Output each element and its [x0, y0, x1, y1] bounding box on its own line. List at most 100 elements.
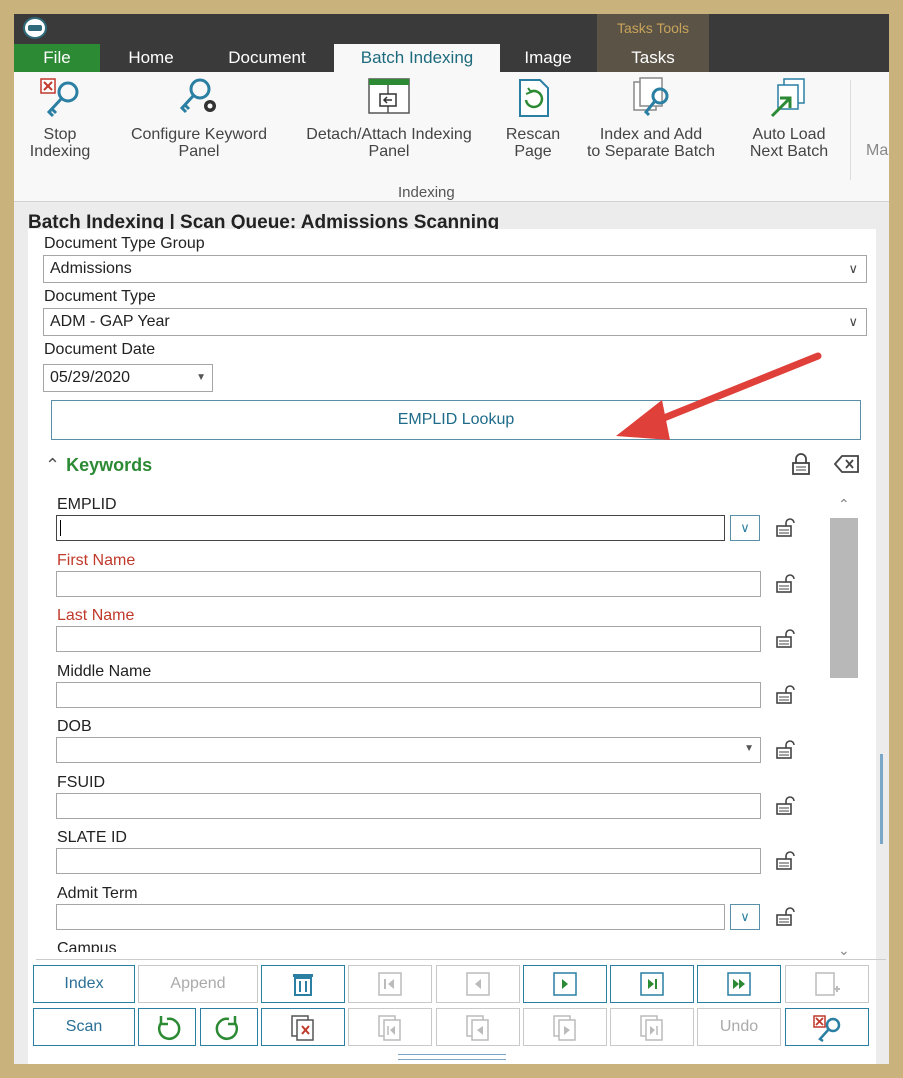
unlock-icon[interactable] [775, 796, 797, 816]
doc-type-select[interactable]: ADM - GAP Year ∨ [43, 308, 867, 336]
app-logo-icon [23, 17, 47, 39]
next-document-button[interactable] [697, 965, 781, 1003]
resize-grip[interactable] [398, 1054, 506, 1060]
stop-indexing-button[interactable]: Stop Indexing [20, 76, 100, 160]
ribbon-separator [850, 80, 851, 180]
doc-type-group-select[interactable]: Admissions ∨ [43, 255, 867, 283]
previous-document-button[interactable] [436, 1008, 520, 1046]
keywords-title: Keywords [66, 455, 153, 475]
title-bar [14, 14, 889, 44]
next-document-icon [553, 1015, 576, 1041]
keyword-label-emplid: EMPLID [57, 496, 117, 513]
unlock-icon[interactable] [775, 851, 797, 871]
append-button[interactable]: Append [138, 965, 258, 1003]
first-document-icon [378, 1015, 401, 1041]
rotate-left-icon [157, 1016, 181, 1040]
scan-button[interactable]: Scan [33, 1008, 135, 1046]
doc-date-label: Document Date [44, 341, 156, 358]
trash-icon [293, 974, 313, 996]
unlock-icon[interactable] [775, 740, 797, 760]
tasks-tools-label: Tasks Tools [616, 20, 690, 36]
unlock-icon[interactable] [775, 907, 797, 927]
ribbon-more-button[interactable]: Ma [866, 142, 888, 160]
rotate-left-button[interactable] [138, 1008, 196, 1046]
fsuid-input[interactable] [56, 793, 761, 819]
index-add-label-1: Index and Add [599, 126, 703, 143]
tab-file[interactable]: File [14, 44, 100, 72]
keywords-scrollbar[interactable]: ⌃ ⌄ [830, 496, 858, 958]
admit-term-dropdown-button[interactable]: ∨ [730, 904, 760, 930]
rescan-label-1: Rescan [505, 126, 561, 143]
auto-load-icon [770, 78, 805, 118]
clear-keywords-icon[interactable] [834, 454, 860, 474]
auto-load-next-batch-button[interactable]: Auto Load Next Batch [741, 76, 837, 160]
last-page-button[interactable] [610, 965, 694, 1003]
configure-keyword-panel-button[interactable]: Configure Keyword Panel [117, 76, 281, 160]
stop-indexing-toolbar-button[interactable] [785, 1008, 869, 1046]
keyword-label-fsuid: FSUID [57, 774, 105, 791]
dropdown-arrow-icon[interactable]: ▼ [744, 743, 754, 754]
previous-page-button[interactable] [436, 965, 520, 1003]
first-page-icon [378, 972, 402, 996]
divider [36, 959, 886, 960]
tab-home[interactable]: Home [111, 44, 191, 72]
undo-button[interactable]: Undo [697, 1008, 781, 1046]
detach-attach-label-2: Panel [368, 143, 410, 160]
next-page-button[interactable] [523, 965, 607, 1003]
next-document-page-button[interactable] [523, 1008, 607, 1046]
index-and-add-button[interactable]: Index and Add to Separate Batch [576, 76, 726, 160]
doc-date-picker[interactable]: 05/29/2020 ▼ [43, 364, 213, 392]
unlock-icon[interactable] [775, 685, 797, 705]
delete-button[interactable] [261, 965, 345, 1003]
index-button[interactable]: Index [33, 965, 135, 1003]
configure-keyword-label-1: Configure Keyword [130, 126, 268, 143]
tab-batch-indexing[interactable]: Batch Indexing [334, 44, 500, 74]
keywords-section-header[interactable]: ⌃ Keywords [45, 455, 152, 476]
tab-tasks[interactable]: Tasks [597, 44, 709, 72]
first-page-button[interactable] [348, 965, 432, 1003]
first-name-input[interactable] [56, 571, 761, 597]
rescan-page-button[interactable]: Rescan Page [498, 76, 568, 160]
dob-input[interactable]: ▼ [56, 737, 761, 763]
first-document-button[interactable] [348, 1008, 432, 1046]
scrollbar-thumb[interactable] [830, 518, 858, 678]
slate-id-input[interactable] [56, 848, 761, 874]
keyword-label-campus: Campus [57, 940, 117, 952]
delete-page-icon [291, 1015, 314, 1041]
auto-load-label-1: Auto Load [752, 126, 826, 143]
unlock-icon[interactable] [775, 629, 797, 649]
admit-term-input[interactable] [56, 904, 725, 930]
scroll-down-icon[interactable]: ⌄ [838, 942, 850, 959]
scroll-up-icon[interactable]: ⌃ [838, 496, 850, 513]
emplid-input[interactable] [56, 515, 725, 541]
stop-indexing-icon [813, 1015, 841, 1043]
detach-attach-indexing-panel-button[interactable]: Detach/Attach Indexing Panel [293, 76, 485, 160]
unlock-icon[interactable] [775, 574, 797, 594]
lock-all-icon[interactable] [790, 452, 812, 476]
add-page-icon [815, 972, 840, 996]
indexing-group-label: Indexing [398, 184, 455, 201]
middle-name-input[interactable] [56, 682, 761, 708]
detach-attach-label-1: Detach/Attach Indexing [306, 126, 472, 143]
unlock-icon[interactable] [775, 518, 797, 538]
tab-document[interactable]: Document [214, 44, 320, 72]
next-page-icon [553, 972, 577, 996]
last-name-input[interactable] [56, 626, 761, 652]
doc-type-label: Document Type [44, 288, 156, 305]
tab-image[interactable]: Image [510, 44, 586, 72]
doc-type-group-label: Document Type Group [44, 235, 205, 252]
detach-panel-icon [368, 78, 410, 114]
rotate-right-button[interactable] [200, 1008, 258, 1046]
add-page-button[interactable] [785, 965, 869, 1003]
rotate-right-icon [215, 1016, 239, 1040]
emplid-dropdown-button[interactable]: ∨ [730, 515, 760, 541]
configure-keyword-label-2: Panel [178, 143, 220, 160]
keyword-label-middle-name: Middle Name [57, 663, 152, 680]
delete-page-button[interactable] [261, 1008, 345, 1046]
app-window: Tasks Tools File Home Document Batch Ind… [14, 14, 889, 1064]
collapse-chevron-icon: ⌃ [45, 455, 61, 475]
keyword-label-dob: DOB [57, 718, 92, 735]
last-page-icon [640, 972, 664, 996]
last-document-button[interactable] [610, 1008, 694, 1046]
previous-document-icon [466, 1015, 489, 1041]
